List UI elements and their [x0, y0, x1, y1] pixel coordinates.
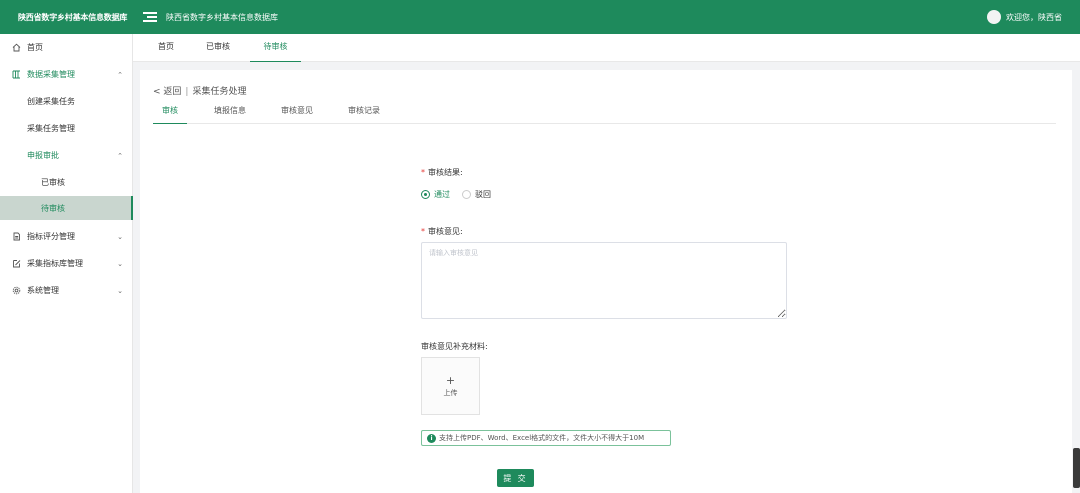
tag-reviewed[interactable]: 已审核: [205, 34, 231, 62]
required-mark: *: [421, 168, 425, 177]
grid-icon: [12, 70, 21, 79]
submit-button[interactable]: 提 交: [497, 469, 534, 487]
tab-filled-info[interactable]: 填报信息: [213, 103, 247, 124]
chevron-down-icon: ⌄: [117, 232, 123, 241]
top-header: 陕西省数字乡村基本信息数据库 陕西省数字乡村基本信息数据库 欢迎您，陕西省: [0, 0, 1080, 34]
sidebar-item-reviewed[interactable]: 已审核: [0, 169, 133, 196]
sidebar-item-task-management[interactable]: 采集任务管理: [0, 115, 133, 142]
sidebar-item-label: 申报审批: [27, 151, 59, 160]
tag-pending[interactable]: 待审核: [250, 34, 301, 62]
sidebar-item-label: 已审核: [41, 178, 65, 187]
back-link[interactable]: < 返回: [153, 87, 181, 97]
breadcrumb-separator: |: [185, 87, 189, 97]
breadcrumb: < 返回 | 采集任务处理: [153, 84, 246, 97]
chevron-up-icon: ⌃: [117, 151, 123, 160]
sidebar-item-home[interactable]: 首页: [0, 34, 133, 61]
sidebar: 首页 数据采集管理 ⌃ 创建采集任务 采集任务管理 申报审批 ⌃ 已审核 待审核…: [0, 34, 133, 493]
attachments-label: 审核意见补充材料:: [421, 342, 488, 351]
sidebar-item-indicator-library[interactable]: 采集指标库管理 ⌄: [0, 250, 133, 277]
radio-approve-label[interactable]: 通过: [434, 189, 450, 200]
tag-home[interactable]: 首页: [155, 34, 177, 62]
plus-icon: +: [445, 373, 456, 387]
upload-label: 上传: [443, 388, 458, 397]
sidebar-item-label: 创建采集任务: [27, 97, 75, 106]
sidebar-item-label: 系统管理: [27, 286, 59, 295]
chevron-up-icon: ⌃: [117, 70, 123, 79]
upload-button[interactable]: + 上传: [421, 357, 480, 415]
welcome-text: 欢迎您，陕西省: [1006, 12, 1062, 22]
sidebar-item-create-task[interactable]: 创建采集任务: [0, 88, 133, 115]
sidebar-item-label: 首页: [27, 43, 43, 52]
scrollbar-thumb[interactable]: [1073, 448, 1080, 488]
radio-approve[interactable]: [421, 190, 430, 199]
edit-icon: [12, 259, 21, 268]
upload-tip: i 支持上传PDF、Word、Excel格式的文件，文件大小不得大于10M: [421, 430, 671, 446]
content-panel: < 返回 | 采集任务处理 审核 填报信息 审核意见 审核记录 * 审核结果: 通过 …: [140, 70, 1072, 493]
radio-reject-label[interactable]: 驳回: [475, 189, 491, 200]
menu-toggle-icon[interactable]: [143, 11, 157, 23]
opinion-label: * 审核意见:: [421, 227, 463, 236]
avatar[interactable]: [987, 10, 1001, 24]
home-icon: [12, 43, 21, 52]
tab-review-opinion[interactable]: 审核意见: [280, 103, 314, 124]
sidebar-item-label: 待审核: [41, 203, 65, 213]
result-label: * 审核结果:: [421, 168, 463, 177]
result-radio-group: 通过 驳回: [421, 189, 503, 200]
sidebar-item-label: 采集任务管理: [27, 124, 75, 133]
required-mark: *: [421, 227, 425, 236]
sub-tabs: 审核 填报信息 审核意见 审核记录: [153, 103, 1056, 124]
upload-tip-text: 支持上传PDF、Word、Excel格式的文件，文件大小不得大于10M: [439, 434, 645, 442]
chevron-down-icon: ⌄: [117, 259, 123, 268]
chevron-down-icon: ⌄: [117, 286, 123, 295]
sidebar-item-pending[interactable]: 待审核: [0, 196, 133, 220]
gear-icon: [12, 286, 21, 295]
tab-review-records[interactable]: 审核记录: [347, 103, 381, 124]
user-menu[interactable]: 欢迎您，陕西省: [987, 0, 1062, 34]
sidebar-item-system[interactable]: 系统管理 ⌄: [0, 277, 133, 304]
info-icon: i: [427, 433, 436, 443]
app-logo-text: 陕西省数字乡村基本信息数据库: [18, 12, 128, 22]
opinion-textarea[interactable]: [421, 242, 787, 319]
document-icon: [12, 232, 21, 241]
header-title: 陕西省数字乡村基本信息数据库: [166, 12, 278, 22]
sidebar-item-scoring[interactable]: 指标评分管理 ⌄: [0, 223, 133, 250]
tags-bar: 首页 已审核 待审核: [133, 34, 1080, 62]
radio-reject[interactable]: [462, 190, 471, 199]
sidebar-item-label: 数据采集管理: [27, 70, 75, 79]
sidebar-item-approval[interactable]: 申报审批 ⌃: [0, 142, 133, 169]
sidebar-item-label: 指标评分管理: [27, 232, 75, 241]
breadcrumb-current: 采集任务处理: [192, 87, 247, 97]
sidebar-item-data-collection[interactable]: 数据采集管理 ⌃: [0, 61, 133, 88]
tab-review[interactable]: 审核: [153, 103, 187, 124]
sidebar-item-label: 采集指标库管理: [27, 259, 83, 268]
